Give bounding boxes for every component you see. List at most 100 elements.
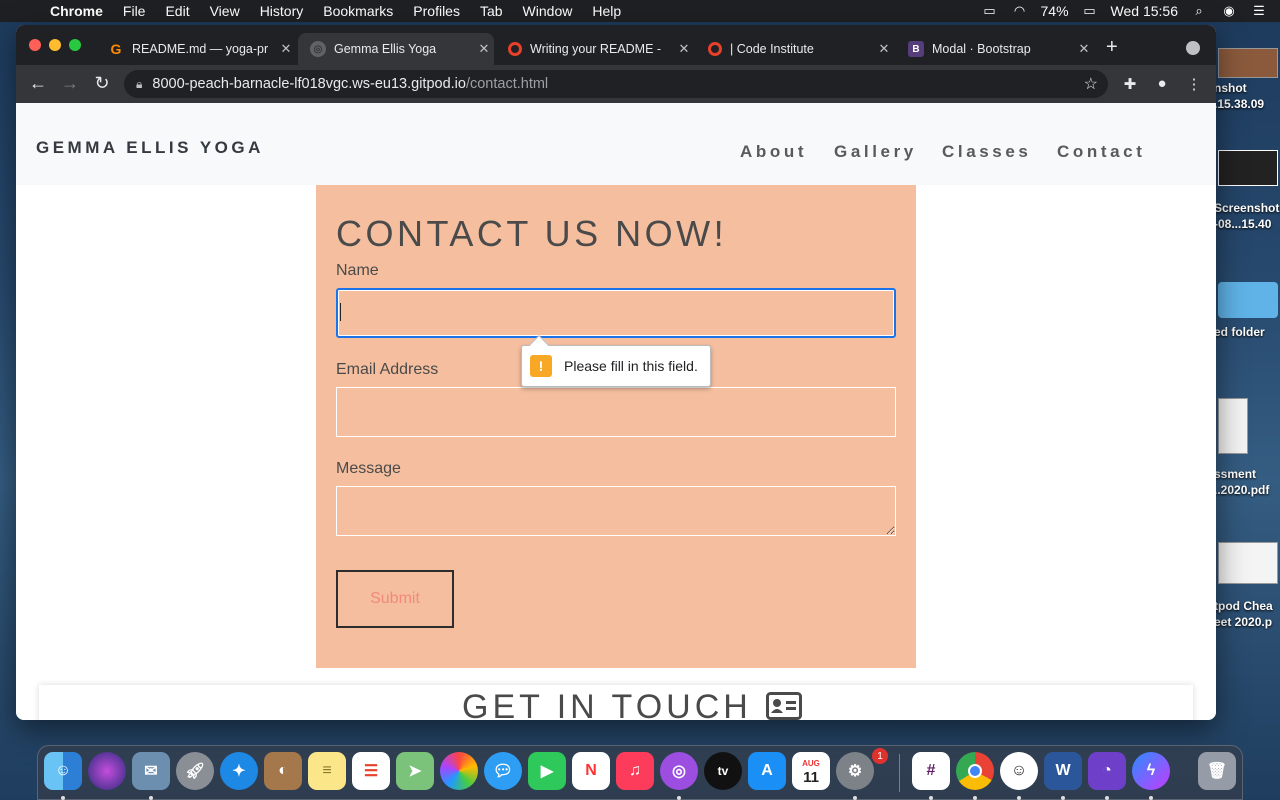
wifi-icon[interactable]: ◠ <box>1011 4 1029 18</box>
trash-icon[interactable]: 🗑︎ <box>1198 752 1236 790</box>
battery-charging-icon[interactable]: ▭ <box>1081 4 1099 18</box>
contact-heading: CONTACT US NOW! <box>336 213 728 254</box>
system-preferences-gear-icon[interactable]: ⚙ <box>836 752 874 790</box>
desktop-item-label: Screenshot <box>1214 201 1280 215</box>
pdf-file-icon <box>1218 398 1248 454</box>
tab-modal-bootstrap[interactable]: B Modal · Bootstrap ✕ <box>896 33 1094 65</box>
desktop-item-screenshot-1[interactable]: nshot .15.38.09 <box>1214 48 1280 112</box>
safari-compass-icon[interactable]: ✦ <box>220 752 258 790</box>
menu-app-name[interactable]: Chrome <box>40 3 113 19</box>
notes-icon[interactable]: ≡ <box>308 752 346 790</box>
microsoft-word-icon[interactable]: W <box>1044 752 1082 790</box>
name-input[interactable] <box>336 288 896 338</box>
desktop-item-label: ..2020.pdf <box>1214 483 1270 497</box>
site-brand[interactable]: GEMMA ELLIS YOGA <box>36 138 264 158</box>
facetime-icon[interactable]: ▶ <box>528 752 566 790</box>
menu-clock[interactable]: Wed 15:56 <box>1111 3 1178 19</box>
back-arrow-icon[interactable]: ← <box>28 74 48 92</box>
reload-icon[interactable]: ↻ <box>92 74 112 92</box>
tab-gemma-ellis-yoga[interactable]: ◎ Gemma Ellis Yoga ✕ <box>298 33 494 65</box>
launchpad-rocket-icon[interactable]: 🚀︎ <box>176 752 214 790</box>
github-desktop-icon[interactable]: ◔ <box>1088 752 1126 790</box>
slack-icon[interactable]: # <box>912 752 950 790</box>
desktop-item-label: tpod Chea <box>1214 599 1273 613</box>
maps-icon[interactable]: ➤ <box>396 752 434 790</box>
close-tab-icon[interactable]: ✕ <box>674 41 694 57</box>
siri-icon[interactable] <box>88 752 126 790</box>
close-tab-icon[interactable]: ✕ <box>276 41 296 57</box>
reminders-icon[interactable]: ☰ <box>352 752 390 790</box>
podcasts-icon[interactable]: ◎ <box>660 752 698 790</box>
zoom-window-button[interactable] <box>69 39 81 51</box>
messages-icon[interactable]: 💬︎ <box>484 752 522 790</box>
minimize-window-button[interactable] <box>49 39 61 51</box>
warning-icon: ! <box>530 355 552 377</box>
desktop-item-label: .15.38.09 <box>1214 97 1265 111</box>
address-bar[interactable]: 🔒︎ 8000-peach-barnacle-lf018vgc.ws-eu13.… <box>124 70 1108 98</box>
running-indicator <box>1105 796 1109 800</box>
calendar-icon[interactable]: AUG 11 <box>792 752 830 790</box>
new-tab-plus-icon[interactable]: + <box>1106 37 1118 57</box>
apple-tv-icon[interactable]: tv <box>704 752 742 790</box>
desktop-item-assessment-pdf[interactable]: ssment ..2020.pdf <box>1214 398 1280 498</box>
menu-history[interactable]: History <box>250 3 314 19</box>
code-institute-icon <box>508 42 522 56</box>
nav-classes[interactable]: Classes <box>942 142 1031 162</box>
menu-tab[interactable]: Tab <box>470 3 513 19</box>
url-host: 8000-peach-barnacle-lf018vgc.ws-eu13.git… <box>152 76 466 92</box>
file-thumbnail-icon <box>1218 48 1278 78</box>
contacts-icon[interactable]: ◐ <box>264 752 302 790</box>
menu-file[interactable]: File <box>113 3 156 19</box>
app-store-icon[interactable]: A <box>748 752 786 790</box>
control-center-icon[interactable]: ☰ <box>1250 4 1268 18</box>
battery-percent[interactable]: 74% <box>1041 3 1069 19</box>
finder-icon[interactable]: ☺ <box>44 752 82 790</box>
tab-search-chevron-icon[interactable] <box>1186 41 1200 55</box>
music-note-icon[interactable]: ♫ <box>616 752 654 790</box>
submit-button[interactable]: Submit <box>336 570 454 628</box>
tab-title: | Code Institute <box>730 42 814 56</box>
desktop-item-gitpod-cheatsheet[interactable]: tpod Chea eet 2020.p <box>1214 542 1280 630</box>
nav-gallery[interactable]: Gallery <box>834 142 917 162</box>
menu-profiles[interactable]: Profiles <box>403 3 470 19</box>
menu-view[interactable]: View <box>200 3 250 19</box>
forward-arrow-icon[interactable]: → <box>60 74 80 92</box>
name-label: Name <box>336 262 379 279</box>
running-indicator <box>973 796 977 800</box>
chrome-menu-kebab-icon[interactable]: ⋮ <box>1184 75 1204 93</box>
menu-bookmarks[interactable]: Bookmarks <box>313 3 403 19</box>
tab-writing-readme[interactable]: Writing your README - ✕ <box>496 33 694 65</box>
close-window-button[interactable] <box>29 39 41 51</box>
desktop-item-folder[interactable]: ed folder <box>1214 282 1280 340</box>
bookmark-star-icon[interactable]: ☆ <box>1084 74 1098 94</box>
lock-icon[interactable]: 🔒︎ <box>136 77 142 92</box>
spotlight-search-icon[interactable]: ⌕ <box>1190 4 1208 18</box>
menu-edit[interactable]: Edit <box>155 3 199 19</box>
close-tab-icon[interactable]: ✕ <box>474 41 494 57</box>
message-textarea[interactable] <box>336 486 896 536</box>
email-input[interactable] <box>336 387 896 437</box>
extensions-puzzle-icon[interactable]: ✚ <box>1120 75 1140 93</box>
pdf-file-icon <box>1218 542 1278 584</box>
get-in-touch-section: GET IN TOUCH <box>39 685 1193 720</box>
chrome-icon[interactable] <box>956 752 994 790</box>
mail-icon[interactable]: ✉ <box>132 752 170 790</box>
siri-icon[interactable]: ◉ <box>1220 4 1238 18</box>
tab-title: README.md — yoga-pr <box>132 42 269 56</box>
nav-about[interactable]: About <box>740 142 807 162</box>
tab-readme[interactable]: G README.md — yoga-pr ✕ <box>96 33 296 65</box>
menu-help[interactable]: Help <box>582 3 631 19</box>
close-tab-icon[interactable]: ✕ <box>1074 41 1094 57</box>
desktop-item-screenshot-2[interactable]: Screenshot -08...15.40 <box>1214 150 1280 232</box>
menu-window[interactable]: Window <box>513 3 583 19</box>
airplay-icon[interactable]: ▭ <box>981 4 999 18</box>
chrome-window: G README.md — yoga-pr ✕ ◎ Gemma Ellis Yo… <box>16 25 1216 720</box>
profile-avatar-icon[interactable]: ● <box>1152 75 1172 92</box>
messenger-icon[interactable]: ϟ <box>1132 752 1170 790</box>
close-tab-icon[interactable]: ✕ <box>874 41 894 57</box>
news-icon[interactable]: N <box>572 752 610 790</box>
nav-contact[interactable]: Contact <box>1057 142 1145 162</box>
photos-icon[interactable] <box>440 752 478 790</box>
tab-code-institute[interactable]: | Code Institute ✕ <box>696 33 894 65</box>
smiley-icon[interactable]: ☺ <box>1000 752 1038 790</box>
